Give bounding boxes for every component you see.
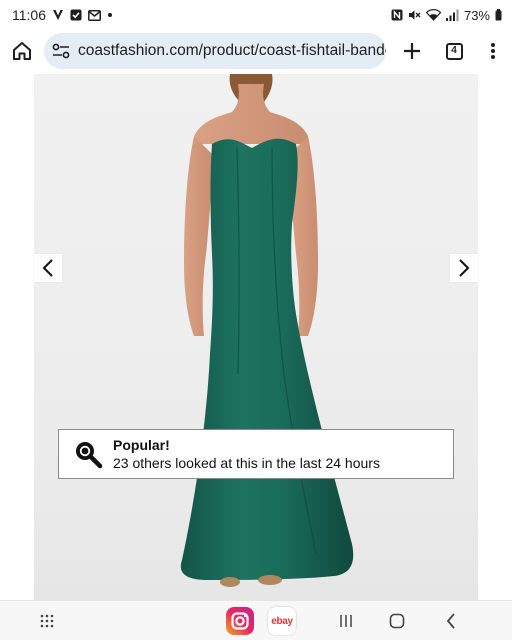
popular-message: 23 others looked at this in the last 24 … (113, 455, 380, 471)
system-back-button[interactable] (442, 611, 460, 631)
status-right: 73% (391, 8, 502, 23)
home-button[interactable] (4, 33, 40, 69)
home-square-icon (389, 613, 405, 629)
instagram-icon (226, 607, 254, 635)
app-drawer-icon (40, 614, 54, 628)
magnifier-icon (76, 442, 103, 469)
ebay-icon: ebay (271, 615, 293, 627)
product-image[interactable] (34, 74, 478, 600)
web-page: Popular! 23 others looked at this in the… (0, 74, 512, 600)
tab-count: 4 (445, 42, 463, 60)
tab-switcher-button[interactable]: 4 (436, 33, 472, 69)
status-bar: 11:06 73% (0, 0, 512, 30)
app-drawer-button[interactable] (36, 611, 58, 631)
nfc-icon (391, 9, 403, 21)
address-bar[interactable]: coastfashion.com/product/coast-fishtail-… (44, 33, 386, 69)
mute-icon (408, 9, 421, 21)
signal-icon (445, 9, 459, 21)
more-menu-button[interactable] (478, 33, 508, 69)
battery-percent: 73% (463, 7, 490, 23)
check-square-icon (70, 9, 82, 21)
chevron-right-icon (459, 259, 470, 277)
back-icon (446, 613, 455, 629)
browser-toolbar: coastfashion.com/product/coast-fishtail-… (0, 30, 512, 72)
more-vert-icon (491, 43, 495, 59)
phone-screen: 11:06 73% coastfashion.com/product/coast… (0, 0, 512, 640)
previous-image-button[interactable] (34, 254, 62, 282)
recents-button[interactable] (336, 611, 356, 631)
dress-illustration (180, 74, 354, 587)
dot-icon (107, 12, 113, 18)
wifi-icon (425, 9, 441, 21)
popular-banner: Popular! 23 others looked at this in the… (58, 429, 454, 479)
chevron-left-icon (42, 259, 53, 277)
site-settings-icon[interactable] (52, 42, 70, 60)
popular-text: Popular! 23 others looked at this in the… (113, 436, 380, 472)
recents-icon (340, 615, 352, 627)
plus-icon (404, 43, 420, 59)
status-left: 11:06 (12, 7, 113, 23)
next-image-button[interactable] (450, 254, 478, 282)
system-home-button[interactable] (386, 610, 408, 632)
popular-title: Popular! (113, 437, 170, 453)
v-icon (52, 9, 64, 21)
navigation-bar: ebay (0, 600, 512, 640)
battery-icon (495, 9, 502, 21)
gmail-icon (88, 9, 101, 21)
clock: 11:06 (12, 7, 46, 23)
ebay-app[interactable]: ebay (268, 607, 296, 635)
instagram-app[interactable] (226, 607, 254, 635)
new-tab-button[interactable] (394, 33, 430, 69)
home-icon (13, 42, 31, 60)
url-text[interactable]: coastfashion.com/product/coast-fishtail-… (78, 42, 386, 60)
